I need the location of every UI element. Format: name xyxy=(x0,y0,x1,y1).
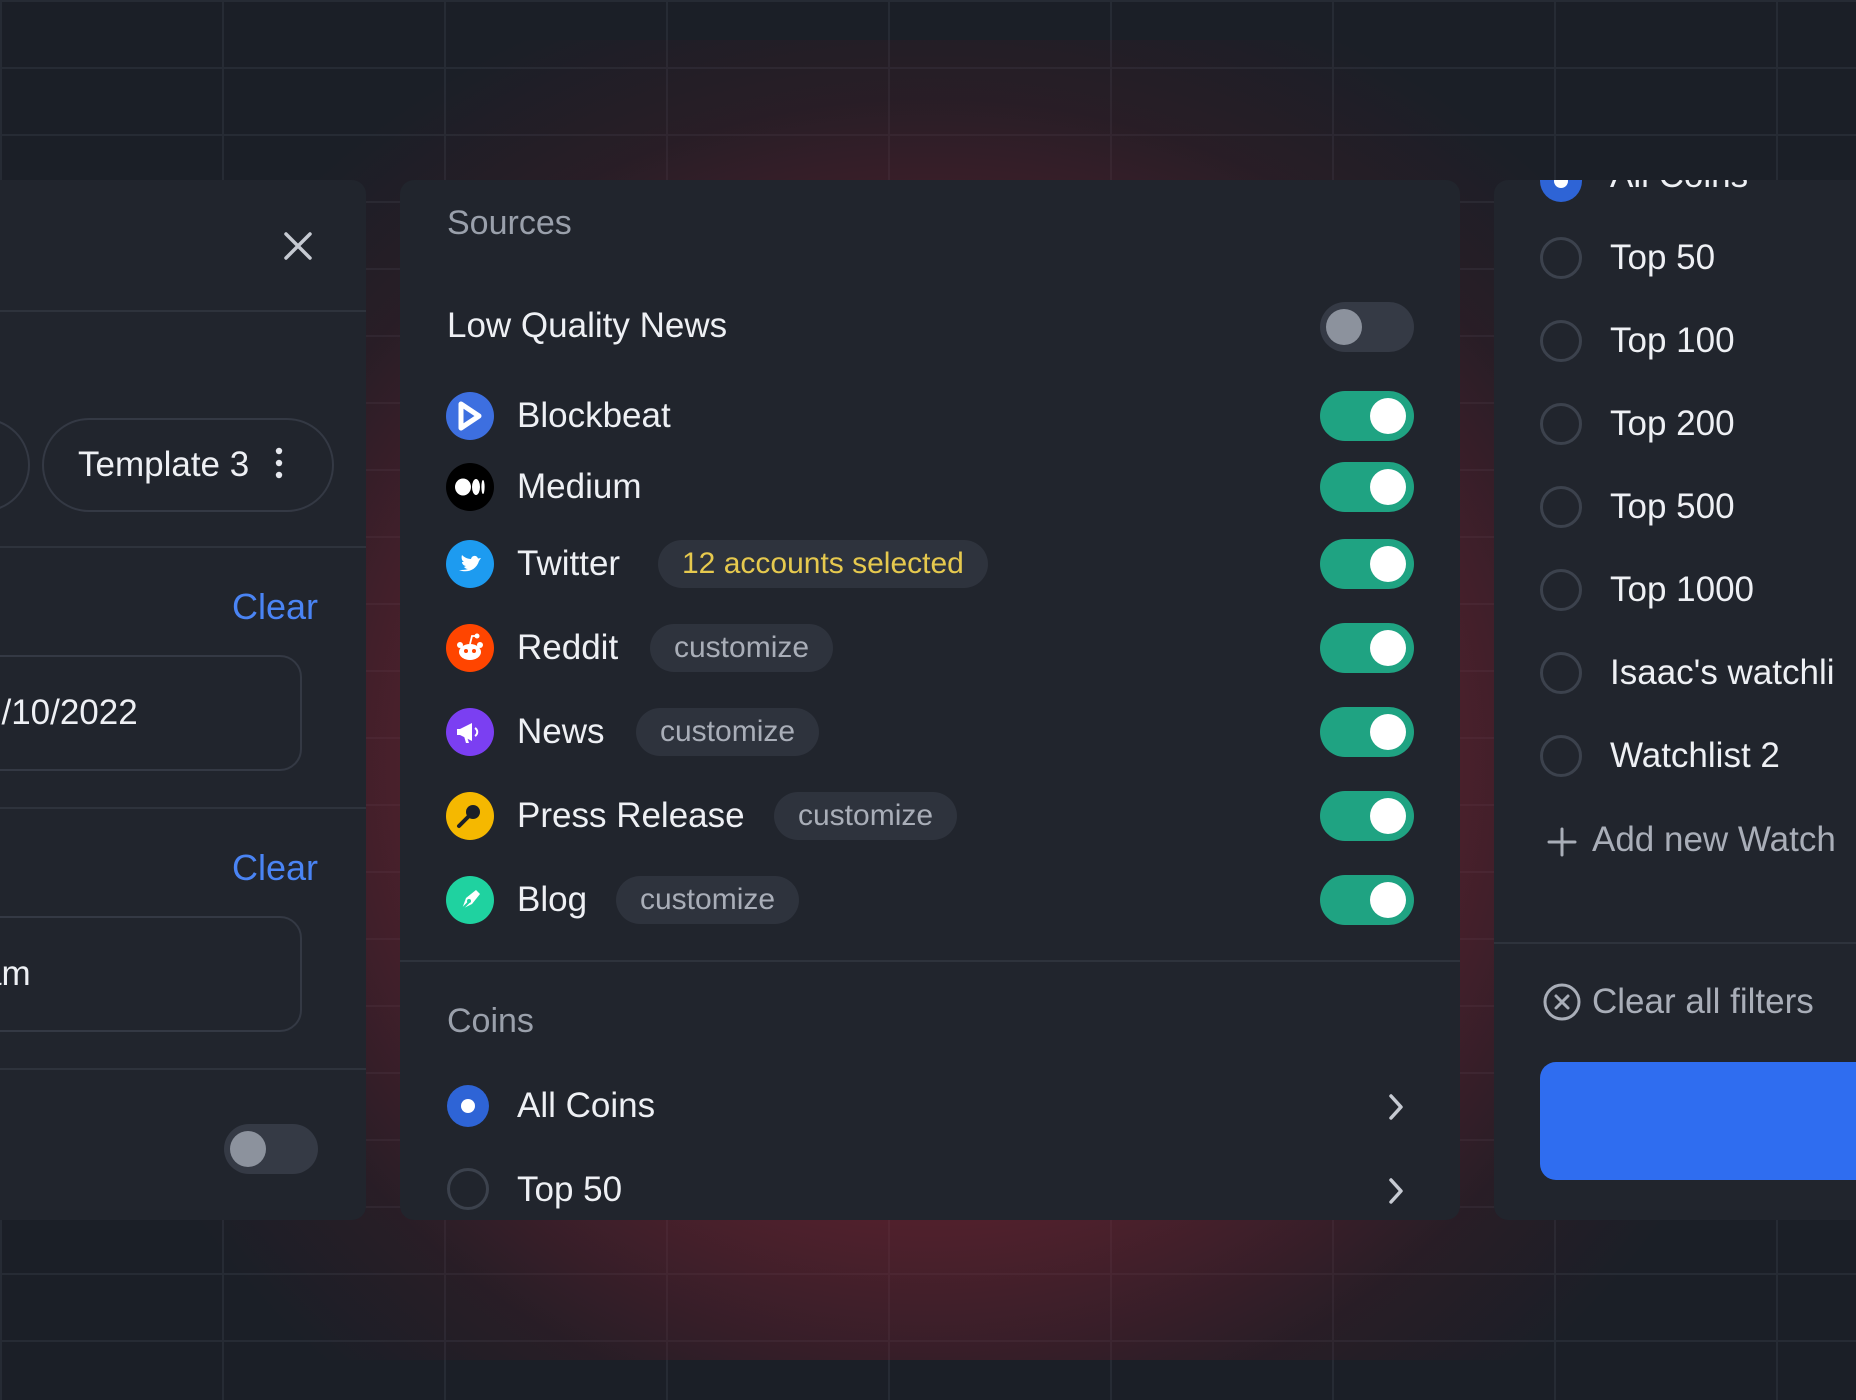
blockbeat-toggle[interactable] xyxy=(1320,391,1414,441)
pen-icon xyxy=(446,876,494,924)
source-label-medium: Medium xyxy=(517,467,642,506)
low-quality-news-label: Low Quality News xyxy=(447,306,728,345)
clear-field-button[interactable]: Clear xyxy=(232,847,318,889)
clear-circle-icon[interactable] xyxy=(1542,982,1582,1027)
watchlist-radio[interactable] xyxy=(1540,320,1582,362)
source-label-press-release: Press Release xyxy=(517,796,745,835)
add-watchlist-button[interactable]: Add new Watch xyxy=(1592,820,1836,860)
date-value: 2/10/2022 xyxy=(0,693,138,732)
plus-icon[interactable] xyxy=(1546,826,1578,863)
reddit-icon xyxy=(446,624,494,672)
coin-option-label[interactable]: Top 50 xyxy=(517,1170,622,1210)
source-label-news: News xyxy=(517,712,605,751)
reddit-toggle[interactable] xyxy=(1320,623,1414,673)
blockbeat-icon xyxy=(446,392,494,440)
low-quality-news-toggle[interactable] xyxy=(1320,302,1414,352)
date-field[interactable]: 2/10/2022 xyxy=(0,655,302,771)
coin-option-radio[interactable] xyxy=(447,1168,489,1210)
watchlist-radio[interactable] xyxy=(1540,569,1582,611)
news-toggle[interactable] xyxy=(1320,707,1414,757)
watchlist-radio[interactable] xyxy=(1540,180,1582,202)
watchlist-radio[interactable] xyxy=(1540,735,1582,777)
watchlist-radio[interactable] xyxy=(1540,652,1582,694)
watchlist-radio[interactable] xyxy=(1540,403,1582,445)
megaphone-icon xyxy=(446,708,494,756)
watchlist-radio[interactable] xyxy=(1540,486,1582,528)
watchlist-label[interactable]: Top 1000 xyxy=(1610,570,1754,610)
twitter-accounts-tag[interactable]: 12 accounts selected xyxy=(658,540,988,588)
divider xyxy=(1494,942,1856,944)
template-chip[interactable]: Template 3 xyxy=(42,418,334,512)
source-label-blog: Blog xyxy=(517,880,588,919)
watchlist-radio[interactable] xyxy=(1540,237,1582,279)
clear-all-filters-button[interactable]: Clear all filters xyxy=(1592,982,1814,1022)
divider xyxy=(0,1068,366,1070)
blog-customize-tag[interactable]: customize xyxy=(616,876,800,924)
chevron-right-icon[interactable] xyxy=(1385,1092,1407,1127)
field-value: am xyxy=(0,954,31,993)
more-vertical-icon[interactable] xyxy=(275,446,283,485)
divider xyxy=(0,546,366,548)
sources-title: Sources xyxy=(447,204,572,242)
news-customize-tag[interactable]: customize xyxy=(636,708,820,756)
text-field[interactable]: am xyxy=(0,916,302,1032)
blog-toggle[interactable] xyxy=(1320,875,1414,925)
template-panel: Template 3 Clear 2/10/2022 Clear am xyxy=(0,180,366,1220)
watchlist-label[interactable]: Top 200 xyxy=(1610,404,1735,444)
filters-panel: Sources Low Quality News Blockbeat Mediu… xyxy=(400,180,1460,1220)
template-chip-label: Template 3 xyxy=(78,445,250,484)
left-toggle[interactable] xyxy=(224,1124,318,1174)
clear-date-button[interactable]: Clear xyxy=(232,586,318,628)
divider xyxy=(0,310,366,312)
watchlist-label[interactable]: Top 50 xyxy=(1610,238,1715,278)
divider xyxy=(0,807,366,809)
source-label-blockbeat: Blockbeat xyxy=(517,396,671,435)
chevron-right-icon[interactable] xyxy=(1385,1176,1407,1211)
twitter-toggle[interactable] xyxy=(1320,539,1414,589)
coins-title: Coins xyxy=(447,1002,534,1040)
source-label-twitter: Twitter xyxy=(517,544,621,583)
source-label-reddit: Reddit xyxy=(517,628,619,667)
press-icon xyxy=(446,792,494,840)
press-release-toggle[interactable] xyxy=(1320,791,1414,841)
watchlist-label[interactable]: Watchlist 2 xyxy=(1610,736,1780,776)
template-chip-prev[interactable] xyxy=(0,418,30,512)
medium-icon xyxy=(446,463,494,511)
watchlist-label[interactable]: Isaac's watchli xyxy=(1610,653,1835,693)
coin-option-label[interactable]: All Coins xyxy=(517,1086,655,1126)
medium-toggle[interactable] xyxy=(1320,462,1414,512)
watchlist-panel: All Coins Top 50 Top 100 Top 200 Top 500… xyxy=(1494,180,1856,1220)
watchlist-label[interactable]: Top 100 xyxy=(1610,321,1735,361)
divider xyxy=(400,960,1460,962)
coin-option-radio[interactable] xyxy=(447,1085,489,1127)
watchlist-label[interactable]: Top 500 xyxy=(1610,487,1735,527)
twitter-icon xyxy=(446,540,494,588)
apply-button[interactable] xyxy=(1540,1062,1856,1180)
close-icon[interactable] xyxy=(278,226,318,266)
reddit-customize-tag[interactable]: customize xyxy=(650,624,834,672)
press-release-customize-tag[interactable]: customize xyxy=(774,792,958,840)
watchlist-label[interactable]: All Coins xyxy=(1610,180,1748,196)
